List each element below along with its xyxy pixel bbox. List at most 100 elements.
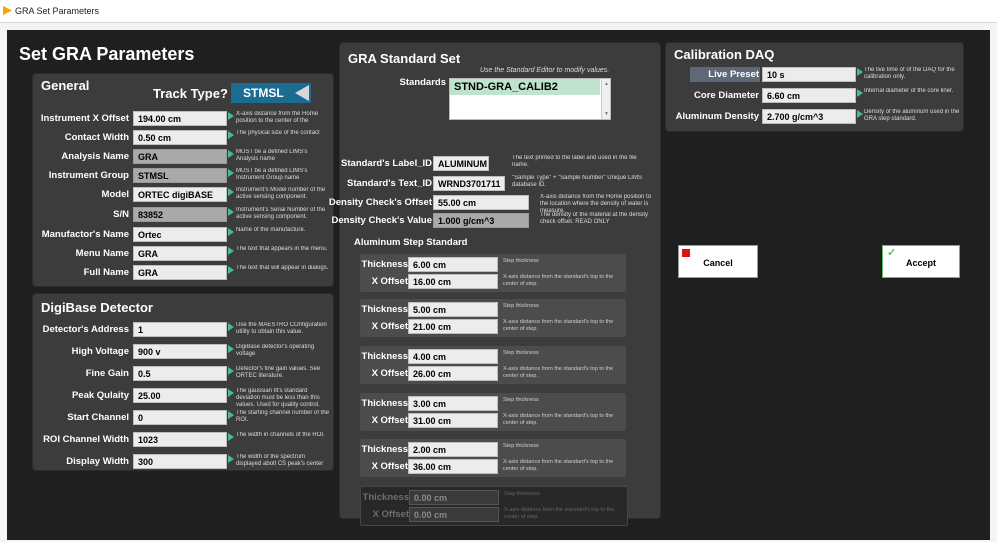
- standard-set-panel: GRA Standard Set Use the Standard Editor…: [329, 43, 660, 526]
- arrow-right-icon: [228, 433, 234, 441]
- step-offset-description: X-axis distance from the standard's top …: [503, 366, 614, 379]
- scroll-up-icon[interactable]: ▲: [604, 81, 609, 87]
- general-field-description: The text that will appear in dialogs.: [236, 265, 329, 271]
- cancel-label: Cancel: [703, 258, 733, 268]
- step-offset-input[interactable]: 21.00 cm: [408, 319, 498, 334]
- general-field-input[interactable]: ORTEC digiBASE: [133, 187, 227, 202]
- standard-set-title: GRA Standard Set: [348, 51, 461, 66]
- step-thickness-label: Thickness: [362, 492, 409, 503]
- step-offset-label: X Offset: [371, 461, 408, 472]
- general-field-label: Analysis Name: [61, 151, 129, 162]
- general-field-description: Instrument's Serial Number of the active…: [236, 207, 326, 220]
- arrow-right-icon: [228, 323, 234, 331]
- standard-field-input[interactable]: WRND3701711: [433, 176, 505, 191]
- general-field-input: GRA: [133, 149, 227, 164]
- standard-field-label: Standard's Text_ID: [347, 178, 432, 189]
- general-field-input[interactable]: Ortec: [133, 227, 227, 242]
- step-thickness-input[interactable]: 4.00 cm: [408, 349, 498, 364]
- arrow-right-icon: [228, 247, 234, 255]
- track-type-selector[interactable]: STMSL: [231, 83, 311, 103]
- step-offset-input[interactable]: 36.00 cm: [408, 459, 498, 474]
- digibase-field-description: The gaussian fit's standard deviation mu…: [236, 388, 320, 408]
- standards-list[interactable]: STND-GRA_CALIB2 ▲ ▼: [449, 78, 611, 120]
- general-field-input[interactable]: 194.00 cm: [133, 111, 227, 126]
- standards-scrollbar[interactable]: ▲ ▼: [601, 79, 610, 119]
- calibration-daq-title: Calibration DAQ: [674, 47, 775, 62]
- arrow-right-icon: [228, 411, 234, 419]
- digibase-field-input[interactable]: 25.00: [133, 388, 227, 403]
- aluminum-step-row: Thickness 6.00 cm Step thickness X Offset 16…: [360, 254, 626, 292]
- digibase-field-input[interactable]: 300: [133, 454, 227, 469]
- step-thickness-input[interactable]: 3.00 cm: [408, 396, 498, 411]
- digibase-field-label: Fine Gain: [85, 368, 129, 379]
- step-thickness-description: Step thickness: [503, 350, 539, 356]
- digibase-field-description: The width in channels of the ROI.: [236, 432, 325, 438]
- step-offset-description: X-axis distance from the standard's top …: [504, 507, 615, 520]
- standard-field-description: The density of the material at the densi…: [540, 212, 649, 225]
- step-thickness-description: Step thickness: [503, 397, 539, 403]
- daq-field-input[interactable]: 6.60 cm: [762, 88, 856, 103]
- general-field-description: MUST be a defined LIMS's Instrument Grou…: [236, 168, 308, 181]
- step-thickness-description: Step thickness: [503, 303, 539, 309]
- digibase-field-input[interactable]: 0: [133, 410, 227, 425]
- daq-field-input[interactable]: 2.700 g/cm^3: [762, 109, 856, 124]
- window-title: GRA Set Parameters: [15, 6, 100, 16]
- arrow-right-icon: [228, 389, 234, 397]
- general-field-description: The physical size of the contact: [236, 130, 320, 136]
- arrow-right-icon: [228, 228, 234, 236]
- arrow-right-icon: [857, 68, 863, 76]
- standard-field-input[interactable]: 55.00 cm: [433, 195, 529, 210]
- general-field-description: The text that appears in the menu.: [236, 246, 328, 252]
- arrow-right-icon: [228, 131, 234, 139]
- accept-button[interactable]: ✓ Accept: [882, 245, 960, 278]
- step-offset-input[interactable]: 31.00 cm: [408, 413, 498, 428]
- general-field-input[interactable]: GRA: [133, 246, 227, 261]
- track-type-value: STMSL: [243, 86, 284, 100]
- general-field-input[interactable]: GRA: [133, 265, 227, 280]
- general-field-label: Menu Name: [75, 248, 129, 259]
- digibase-title: DigiBase Detector: [41, 300, 153, 315]
- daq-field-label: Live Preset: [708, 69, 759, 80]
- digibase-field-description: The starting channel number of the ROI.: [236, 410, 330, 423]
- step-offset-label: X Offset: [371, 415, 408, 426]
- step-offset-label: X Offset: [371, 321, 408, 332]
- standards-list-item[interactable]: STND-GRA_CALIB2: [450, 79, 600, 95]
- step-offset-description: X-axis distance from the standard's top …: [503, 459, 614, 472]
- general-field-label: Model: [101, 189, 129, 200]
- general-title: General: [41, 78, 90, 93]
- arrow-right-icon: [228, 188, 234, 196]
- digibase-field-input[interactable]: 1023: [133, 432, 227, 447]
- step-thickness-label: Thickness: [361, 304, 408, 315]
- standard-field-input: 1.000 g/cm^3: [433, 213, 529, 228]
- digibase-field-description: Use the MAESTRO COnfiguration utility to…: [236, 322, 327, 335]
- digibase-field-description: DigiBase detector's operating voltage: [236, 344, 315, 357]
- aluminum-step-row: Thickness 5.00 cm Step thickness X Offset 21…: [360, 299, 626, 337]
- aluminum-step-row: Thickness 0.00 cm Step thickness X Offset 0.…: [360, 486, 628, 526]
- step-offset-label: X Offset: [371, 368, 408, 379]
- daq-field-description: Internal diameter of the core liner.: [864, 88, 954, 94]
- cancel-button[interactable]: Cancel: [678, 245, 758, 278]
- step-thickness-input[interactable]: 6.00 cm: [408, 257, 498, 272]
- step-thickness-input: 0.00 cm: [409, 490, 499, 505]
- digibase-field-input[interactable]: 900 v: [133, 344, 227, 359]
- general-field-input: 83852: [133, 207, 227, 222]
- step-offset-input[interactable]: 16.00 cm: [408, 274, 498, 289]
- general-field-label: S/N: [113, 209, 129, 220]
- step-thickness-input[interactable]: 2.00 cm: [408, 442, 498, 457]
- step-offset-input[interactable]: 26.00 cm: [408, 366, 498, 381]
- digibase-panel: DigiBase Detector Detector's Address 1 Use…: [33, 294, 333, 470]
- daq-field-input[interactable]: 10 s: [762, 67, 856, 82]
- step-thickness-description: Step thickness: [503, 443, 539, 449]
- general-field-input[interactable]: 0.50 cm: [133, 130, 227, 145]
- step-offset-label: X Offset: [372, 509, 409, 520]
- scroll-down-icon[interactable]: ▼: [604, 111, 609, 117]
- general-field-description: X-axis distance from the Home position t…: [236, 111, 319, 124]
- general-field-description: Instrument's Model number of the active …: [236, 187, 326, 200]
- general-panel: General Track Type? STMSL Instrument X O…: [33, 74, 333, 286]
- digibase-field-input[interactable]: 0.5: [133, 366, 227, 381]
- standard-field-input[interactable]: ALUMINUM: [433, 156, 489, 171]
- app-window: Set GRA Parameters General Track Type? S…: [7, 30, 990, 540]
- digibase-field-input[interactable]: 1: [133, 322, 227, 337]
- step-offset-label: X Offset: [371, 276, 408, 287]
- step-thickness-input[interactable]: 5.00 cm: [408, 302, 498, 317]
